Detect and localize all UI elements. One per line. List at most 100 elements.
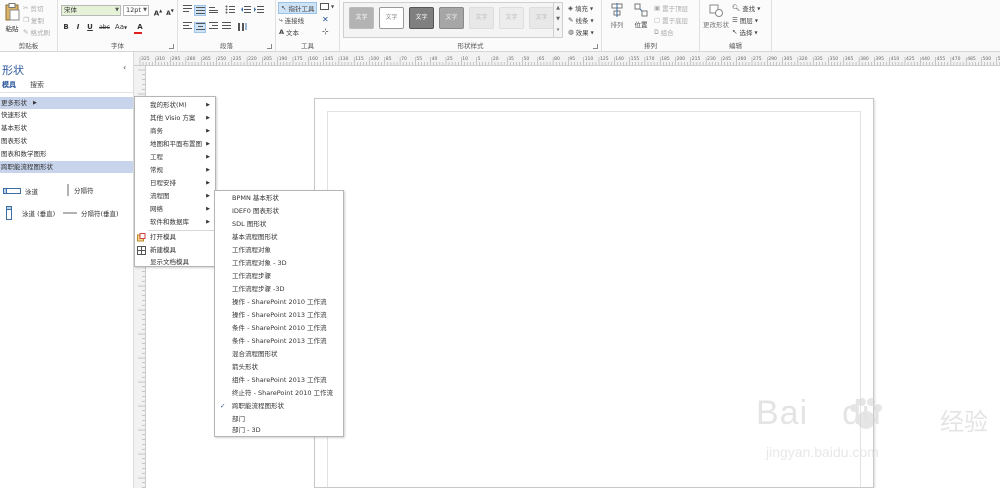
tab-search[interactable]: 搜索 — [30, 80, 44, 90]
font-name-combo[interactable]: 宋体 ▼ — [61, 5, 121, 16]
submenu-item[interactable]: 操作 - SharePoint 2010 工作流 — [215, 296, 343, 309]
shrink-font-button[interactable]: A▼ — [164, 5, 176, 17]
find-button[interactable]: 🔍︎ 查找 ▼ — [732, 3, 760, 13]
format-painter-button[interactable]: ✎ 格式刷 — [23, 27, 50, 37]
strikethrough-button[interactable]: abc — [97, 22, 112, 33]
close-tool-icon[interactable]: ✕ — [322, 15, 329, 24]
bullets-button[interactable] — [224, 5, 236, 16]
menu-item-maps[interactable]: 地图和平面布置图 ▶ — [135, 138, 215, 151]
connector-tool-button[interactable]: ⤷ 连接线 — [279, 15, 304, 26]
paragraph-dialog-launcher[interactable] — [267, 44, 272, 49]
align-right-button[interactable] — [207, 22, 219, 33]
menu-item-software[interactable]: 软件和数据库 ▶ — [135, 216, 215, 229]
align-left-button[interactable] — [181, 22, 193, 33]
submenu-item[interactable]: 箭头形状 — [215, 361, 343, 374]
menu-item-network[interactable]: 网络 ▶ — [135, 203, 215, 216]
text-tool-button[interactable]: A 文本 — [279, 27, 299, 37]
chevron-left-icon[interactable]: ‹ — [123, 63, 126, 72]
chevron-down-icon[interactable]: ▼ — [554, 14, 562, 25]
style-swatch[interactable]: 文字 — [349, 7, 374, 29]
submenu-item[interactable]: 工作流程步骤 -3D — [215, 283, 343, 296]
menu-item-business[interactable]: 商务 ▶ — [135, 125, 215, 138]
submenu-item[interactable]: 混合流程图形状 — [215, 348, 343, 361]
submenu-item-checked[interactable]: ✓ 跨职能流程图形状 — [215, 400, 343, 413]
menu-item-new-stencil[interactable]: 新建模具 — [135, 244, 215, 257]
line-button[interactable]: ✎ 线条 ▼ — [568, 15, 594, 25]
submenu-item[interactable]: 终止符 - SharePoint 2010 工作流 — [215, 387, 343, 400]
shape-separator[interactable]: 分隔符 — [66, 184, 94, 196]
group-button[interactable]: ⧉ 组合 — [654, 27, 674, 38]
menu-item-general[interactable]: 常规 ▶ — [135, 164, 215, 177]
underline-button[interactable]: U — [84, 22, 96, 33]
layers-button[interactable]: ☰ 图层 ▼ — [732, 15, 758, 25]
copy-button[interactable]: ❐ 复制 — [23, 15, 44, 25]
submenu-item[interactable]: 操作 - SharePoint 2013 工作流 — [215, 309, 343, 322]
style-swatch[interactable]: 文字 — [439, 7, 464, 29]
effects-button[interactable]: ◍ 效果 ▼ — [568, 27, 594, 37]
menu-item-my-shapes[interactable]: 我的形状(M) ▶ — [135, 99, 215, 112]
submenu-item[interactable]: 工作流程对象 - 3D — [215, 257, 343, 270]
submenu-item[interactable]: 基本流程图形状 — [215, 231, 343, 244]
pointer-tool-button[interactable]: ↖ 指针工具 — [278, 2, 318, 14]
change-shape-button[interactable]: 更改形状 — [702, 3, 730, 29]
menu-item-document-stencil[interactable]: 显示文档模具 — [135, 257, 215, 267]
stencil-chart-math[interactable]: 图表和数学图形 — [0, 148, 133, 160]
font-dialog-launcher[interactable] — [169, 44, 174, 49]
submenu-item[interactable]: 条件 - SharePoint 2010 工作流 — [215, 322, 343, 335]
shape-styles-launcher[interactable] — [593, 44, 598, 49]
stencil-basic-shapes[interactable]: 基本形状 — [0, 122, 133, 134]
menu-item-other-visio[interactable]: 其他 Visio 方案 ▶ — [135, 112, 215, 125]
style-swatch[interactable]: 文字 — [529, 7, 554, 29]
change-case-button[interactable]: Aa▼ — [113, 22, 129, 33]
align-middle-button[interactable] — [194, 5, 206, 16]
stencil-chart-shapes[interactable]: 图表形状 — [0, 135, 133, 147]
italic-button[interactable]: I — [72, 22, 84, 33]
menu-item-engineering[interactable]: 工程 ▶ — [135, 151, 215, 164]
align-bottom-button[interactable] — [207, 5, 219, 16]
gallery-scroll[interactable]: ▲ ▼ ▾ — [553, 3, 562, 37]
menu-item-flowchart[interactable]: 流程图 ▶ — [135, 190, 215, 203]
cut-button[interactable]: ✂ 剪切 — [23, 3, 43, 13]
submenu-item[interactable]: BPMN 基本形状 — [215, 192, 343, 205]
stencil-quick-shapes[interactable]: 快速形状 — [0, 109, 133, 121]
text-direction-button[interactable] — [236, 22, 248, 33]
bold-button[interactable]: B — [60, 22, 72, 33]
style-swatch[interactable]: 文字 — [499, 7, 524, 29]
shape-swimlane[interactable]: 泳道 — [3, 186, 38, 196]
submenu-item[interactable]: SDL 图形状 — [215, 218, 343, 231]
style-swatch[interactable]: 文字 — [379, 7, 404, 29]
select-button[interactable]: ↖ 选择 ▼ — [732, 27, 758, 37]
font-size-combo[interactable]: 12pt ▼ — [123, 5, 149, 16]
decrease-indent-button[interactable] — [240, 5, 252, 16]
paste-button[interactable]: 粘贴 — [3, 3, 21, 35]
submenu-item[interactable]: 工作流程对象 — [215, 244, 343, 257]
style-swatch[interactable]: 文字 — [469, 7, 494, 29]
increase-indent-button[interactable] — [253, 5, 265, 16]
submenu-item[interactable]: 工作流程步骤 — [215, 270, 343, 283]
submenu-item[interactable]: 条件 - SharePoint 2013 工作流 — [215, 335, 343, 348]
tab-stencils[interactable]: 模具 — [2, 80, 16, 90]
font-color-button[interactable]: A — [132, 22, 148, 34]
align-center-button[interactable] — [194, 22, 206, 33]
more-icon[interactable]: ▾ — [554, 25, 562, 36]
grow-font-button[interactable]: A▲ — [152, 5, 164, 17]
shape-separator-vertical[interactable]: 分隔符(垂直) — [63, 208, 119, 218]
align-top-button[interactable] — [181, 5, 193, 16]
justify-button[interactable] — [220, 22, 232, 33]
bring-to-front-button[interactable]: ▣ 置于顶层 — [654, 3, 688, 13]
stencil-cross-functional[interactable]: 跨职能流程图形状 — [0, 161, 133, 173]
position-button[interactable]: 位置 — [630, 3, 652, 29]
shape-swimlane-vertical[interactable]: 泳道 (垂直) — [6, 206, 55, 220]
stencil-more-shapes[interactable]: 更多形状 ▶ — [0, 97, 133, 109]
align-shapes-button[interactable]: 排列 — [606, 3, 628, 29]
submenu-item[interactable]: IDEF0 图表形状 — [215, 205, 343, 218]
chevron-up-icon[interactable]: ▲ — [554, 3, 562, 14]
menu-item-open-stencil[interactable]: 打开模具 — [135, 231, 215, 244]
menu-item-schedule[interactable]: 日程安排 ▶ — [135, 177, 215, 190]
submenu-item[interactable]: 组件 - SharePoint 2013 工作流 — [215, 374, 343, 387]
style-swatch[interactable]: 文字 — [409, 7, 434, 29]
submenu-item[interactable]: 部门 - 3D — [215, 424, 343, 436]
fill-button[interactable]: ◈ 填充 ▼ — [568, 3, 593, 13]
send-to-back-button[interactable]: ▢ 置于底层 — [654, 15, 688, 25]
rectangle-tool-button[interactable]: ▼ — [320, 3, 334, 10]
